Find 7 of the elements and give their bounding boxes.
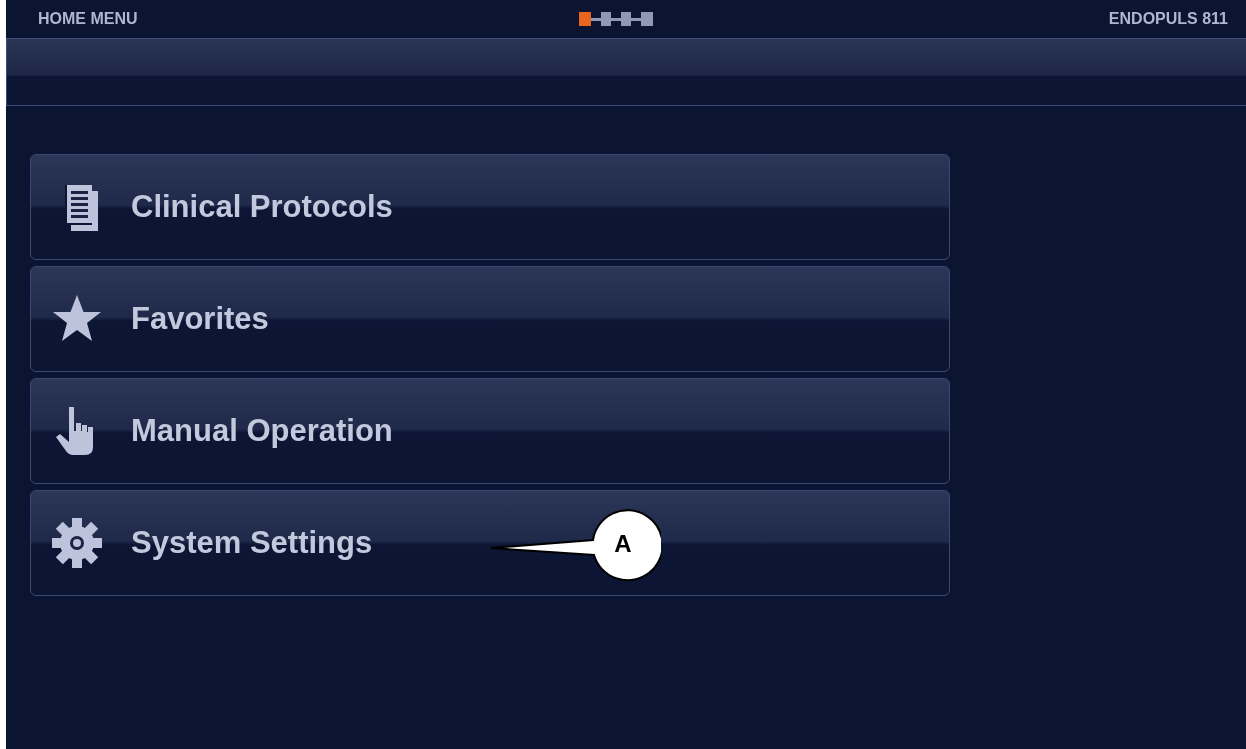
gear-icon bbox=[51, 517, 103, 569]
menu-button[interactable]: Clinical Protocols bbox=[30, 154, 950, 260]
menu-button[interactable]: Favorites bbox=[30, 266, 950, 372]
callout-bubble: A bbox=[490, 509, 661, 582]
device-name: ENDOPULS 811 bbox=[1108, 10, 1228, 28]
screen-title: HOME MENU bbox=[38, 10, 138, 28]
menu-button[interactable]: Manual Operation bbox=[30, 378, 950, 484]
